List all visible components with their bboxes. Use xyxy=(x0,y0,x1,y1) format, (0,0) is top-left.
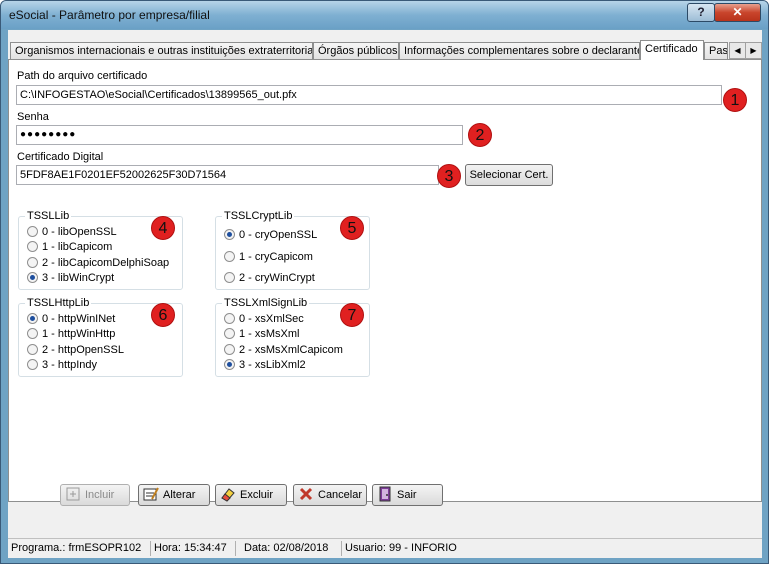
radio-xsxmlsec[interactable]: 0 - xsXmlSec xyxy=(224,312,304,326)
radio-dot-icon xyxy=(224,328,235,339)
radio-dot-checked-icon xyxy=(27,272,38,283)
radio-dot-icon xyxy=(224,344,235,355)
radio-dot-checked-icon xyxy=(224,229,235,240)
tab-organismos[interactable]: Organismos internacionais e outras insti… xyxy=(10,42,313,59)
status-programa: Programa.: frmESOPR102 xyxy=(8,541,151,556)
status-hora: Hora: 15:34:47 xyxy=(151,541,236,556)
radio-httpwininet[interactable]: 0 - httpWinINet xyxy=(27,312,115,326)
certificado-panel: Path do arquivo certificado C:\INFOGESTA… xyxy=(8,59,762,502)
radio-dot-icon xyxy=(27,257,38,268)
radio-httpwinhttp[interactable]: 1 - httpWinHttp xyxy=(27,327,115,341)
eraser-icon xyxy=(220,486,236,502)
radio-crywincrypt[interactable]: 2 - cryWinCrypt xyxy=(224,271,315,285)
radio-dot-icon xyxy=(27,226,38,237)
tab-scroll-left-icon[interactable]: ◀ xyxy=(729,42,746,59)
tab-orgaos-publicos[interactable]: Órgãos públicos xyxy=(313,42,399,59)
radio-libcapicom[interactable]: 1 - libCapicom xyxy=(27,240,112,254)
marker-7: 7 xyxy=(340,303,364,327)
marker-6: 6 xyxy=(151,303,175,327)
group-tssllib-title: TSSLLib xyxy=(25,210,72,222)
radio-libopenssl[interactable]: 0 - libOpenSSL xyxy=(27,225,117,239)
radio-httpindy[interactable]: 3 - httpIndy xyxy=(27,358,97,372)
radio-libcapicomdelphisoap[interactable]: 2 - libCapicomDelphiSoap xyxy=(27,256,169,270)
exit-door-icon xyxy=(377,486,393,502)
help-button[interactable]: ? xyxy=(687,3,715,22)
title-bar[interactable]: eSocial - Parâmetro por empresa/filial ?… xyxy=(1,1,768,29)
group-tsslxmlsignlib: TSSLXmlSignLib 0 - xsXmlSec 1 - xsMsXml … xyxy=(215,297,370,377)
radio-dot-icon xyxy=(224,313,235,324)
group-tsslhttplib-title: TSSLHttpLib xyxy=(25,297,92,309)
senha-label: Senha xyxy=(17,111,49,123)
excluir-button[interactable]: Excluir xyxy=(215,484,287,506)
add-icon xyxy=(65,486,81,502)
edit-icon xyxy=(143,486,159,502)
app-window: eSocial - Parâmetro por empresa/filial ?… xyxy=(0,0,769,564)
sair-label: Sair xyxy=(397,489,417,501)
client-area: Organismos internacionais e outras insti… xyxy=(8,30,762,558)
marker-3: 3 xyxy=(437,164,461,188)
group-tsslhttplib: TSSLHttpLib 0 - httpWinINet 1 - httpWinH… xyxy=(18,297,183,377)
window-title: eSocial - Parâmetro por empresa/filial xyxy=(9,8,210,22)
group-tsslcryptlib-title: TSSLCryptLib xyxy=(222,210,295,222)
radio-dot-checked-icon xyxy=(27,313,38,324)
status-data: Data: 02/08/2018 xyxy=(241,541,342,556)
cancel-icon xyxy=(298,486,314,502)
marker-4: 4 xyxy=(151,216,175,240)
excluir-label: Excluir xyxy=(240,489,274,501)
tab-certificado[interactable]: Certificado xyxy=(640,40,704,60)
group-tsslxmlsignlib-title: TSSLXmlSignLib xyxy=(222,297,310,309)
alterar-label: Alterar xyxy=(163,489,196,501)
radio-xsmsxml[interactable]: 1 - xsMsXml xyxy=(224,327,300,341)
sair-button[interactable]: Sair xyxy=(372,484,443,506)
path-label: Path do arquivo certificado xyxy=(17,70,148,82)
alterar-button[interactable]: Alterar xyxy=(138,484,210,506)
radio-httpopenssl[interactable]: 2 - httpOpenSSL xyxy=(27,343,124,357)
radio-dot-checked-icon xyxy=(224,359,235,370)
cancelar-button[interactable]: Cancelar xyxy=(293,484,367,506)
selecionar-cert-button[interactable]: Selecionar Cert. xyxy=(465,164,553,186)
cancelar-label: Cancelar xyxy=(318,489,363,501)
radio-dot-icon xyxy=(27,241,38,252)
status-usuario: Usuario: 99 - INFORIO xyxy=(345,542,457,554)
incluir-button[interactable]: Incluir xyxy=(60,484,130,506)
radio-dot-icon xyxy=(27,359,38,370)
group-tsslcryptlib: TSSLCryptLib 0 - cryOpenSSL 1 - cryCapic… xyxy=(215,210,370,290)
radio-xsmsxmlcapicom[interactable]: 2 - xsMsXmlCapicom xyxy=(224,343,343,357)
tab-informacoes-complementares[interactable]: Informações complementares sobre o decla… xyxy=(399,42,640,59)
marker-2: 2 xyxy=(468,123,492,147)
incluir-label: Incluir xyxy=(85,489,115,501)
radio-dot-icon xyxy=(224,251,235,262)
radio-dot-icon xyxy=(27,328,38,339)
radio-libwincrypt[interactable]: 3 - libWinCrypt xyxy=(27,271,114,285)
certificado-digital-input[interactable]: 5FDF8AE1F0201EF52002625F30D71564 xyxy=(16,165,439,185)
radio-crycapicom[interactable]: 1 - cryCapicom xyxy=(224,250,313,264)
status-bar: Programa.: frmESOPR102 Hora: 15:34:47 Da… xyxy=(8,538,762,558)
tab-pas[interactable]: Pas xyxy=(704,42,728,59)
path-input[interactable]: C:\INFOGESTAO\eSocial\Certificados\13899… xyxy=(16,85,722,105)
marker-1: 1 xyxy=(723,88,747,112)
group-tssllib: TSSLLib 0 - libOpenSSL 1 - libCapicom 2 … xyxy=(18,210,183,290)
radio-dot-icon xyxy=(224,272,235,283)
radio-cryopenssl[interactable]: 0 - cryOpenSSL xyxy=(224,228,317,242)
certificado-digital-label: Certificado Digital xyxy=(17,151,104,163)
radio-xslibxml2[interactable]: 3 - xsLibXml2 xyxy=(224,358,306,372)
tab-strip: Organismos internacionais e outras insti… xyxy=(8,40,762,60)
marker-5: 5 xyxy=(340,216,364,240)
close-button[interactable]: ✕ xyxy=(714,3,761,22)
radio-dot-icon xyxy=(27,344,38,355)
tab-scroll-right-icon[interactable]: ▶ xyxy=(745,42,762,59)
senha-input[interactable]: ●●●●●●●● xyxy=(16,125,463,145)
